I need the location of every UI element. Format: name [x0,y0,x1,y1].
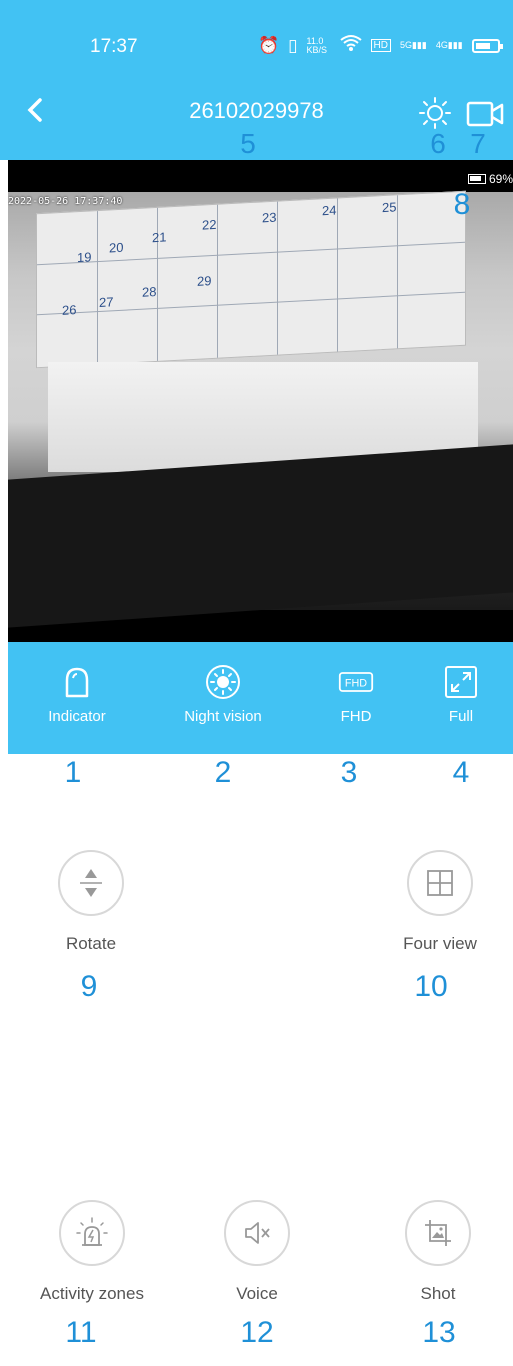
camera-toolbar: Indicator Night vision FHD FHD Full [8,642,513,754]
four-view-control[interactable]: Four view [380,850,500,954]
record-button[interactable] [466,100,506,128]
indicator-button[interactable]: Indicator [32,664,122,725]
activity-zones-control[interactable]: Activity zones [22,1200,162,1304]
camera-battery-percent: 69% [488,172,513,186]
calendar-date: 23 [262,209,277,226]
annotation-4: 4 [452,756,470,789]
calendar-date: 20 [109,239,124,256]
speaker-mute-icon [245,1222,270,1244]
calendar-date: 21 [152,229,167,246]
fhd-label: FHD [340,708,372,725]
annotation-8: 8 [453,188,471,221]
four-view-button[interactable] [407,850,473,916]
shot-label: Shot [420,1284,456,1303]
calendar-date: 29 [197,273,212,289]
indicator-label: Indicator [48,708,106,725]
fullscreen-label: Full [448,708,474,725]
fullscreen-button[interactable]: Full [436,664,486,725]
hd-badge: HD [370,39,391,52]
image-icon [425,1220,451,1246]
calendar-date: 25 [382,199,397,216]
annotation-5: 5 [240,128,256,159]
camera-battery: 69% [467,172,513,186]
night-vision-icon [206,665,240,699]
indicator-icon [65,667,89,698]
status-time: 17:37 [90,36,138,57]
rotate-control[interactable]: Rotate [36,850,146,954]
app-header: 17:37 ⏰ ▯ 11.0 KB/S HD 5G▮▮▮ 4G▮▮▮ 26102… [0,0,513,160]
rotate-icon [80,869,102,897]
calendar-date: 27 [99,294,114,310]
annotation-10: 10 [414,970,448,1003]
fhd-icon: FHD [338,672,374,692]
activity-zones-button[interactable] [59,1200,125,1266]
annotation-6: 6 [430,128,446,159]
battery-icon [471,38,503,53]
shot-control[interactable]: Shot [388,1200,488,1304]
voice-button[interactable] [224,1200,290,1266]
calendar-in-scene: 22 23 24 25 19 20 21 26 27 28 29 [36,190,466,369]
calendar-date: 19 [77,249,92,266]
annotation-2: 2 [214,756,232,789]
night-vision-label: Night vision [184,708,262,725]
calendar-date: 24 [322,202,337,219]
calendar-date: 22 [202,216,217,233]
four-view-label: Four view [403,934,477,953]
annotation-9: 9 [80,970,98,1003]
voice-control[interactable]: Voice [212,1200,302,1304]
activity-zones-label: Activity zones [40,1284,144,1303]
annotation-3: 3 [340,756,358,789]
signal-5g: 5G▮▮▮ [399,40,427,50]
alarm-light-icon [76,1217,108,1246]
night-vision-button[interactable]: Night vision [168,664,278,725]
net-speed: 11.0 KB/S [306,35,328,55]
annotation-1: 1 [64,756,82,789]
calendar-date: 28 [142,283,157,300]
voice-label: Voice [236,1284,278,1303]
shot-button[interactable] [405,1200,471,1266]
signal-4g: 4G▮▮▮ [435,40,463,50]
sun-icon [419,97,451,129]
video-image: 22 23 24 25 19 20 21 26 27 28 29 [8,190,513,628]
calendar-date: 26 [62,302,77,318]
status-icons: ⏰ ▯ 11.0 KB/S HD 5G▮▮▮ 4G▮▮▮ [258,34,503,57]
fhd-button[interactable]: FHD FHD [326,664,386,725]
brightness-button[interactable] [418,96,452,130]
camera-video-feed[interactable]: 69% 22 23 24 25 19 20 21 26 27 28 29 202… [8,160,513,642]
annotation-12: 12 [240,1316,274,1349]
rotate-button[interactable] [58,850,124,916]
annotation-13: 13 [422,1316,456,1349]
vibrate-icon: ▯ [288,35,298,55]
alarm-icon: ⏰ [258,35,280,55]
wifi-icon [339,34,362,57]
annotation-11: 11 [65,1316,97,1349]
video-camera-icon [466,101,504,127]
rotate-label: Rotate [65,934,117,953]
annotation-7: 7 [470,128,486,159]
grid-icon [427,870,453,896]
fullscreen-icon [445,666,477,698]
battery-icon [467,174,486,184]
video-timestamp: 2022-05-26 17:37:40 [8,196,123,207]
svg-text:FHD: FHD [345,678,367,690]
